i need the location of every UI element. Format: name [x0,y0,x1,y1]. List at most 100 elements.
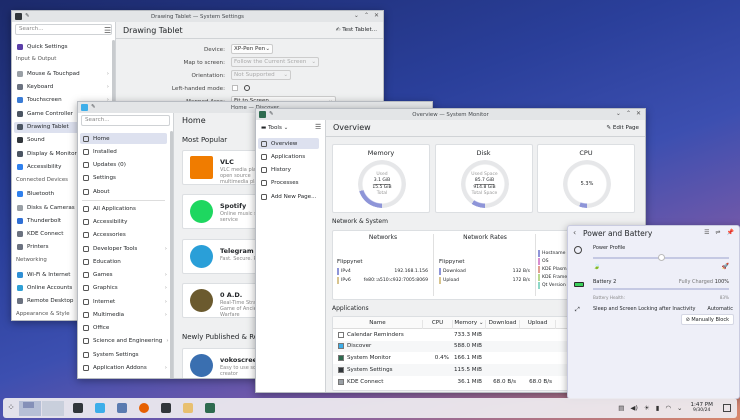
search-input[interactable]: Search... [15,24,112,35]
application-launcher-icon[interactable]: ⁘ [3,403,19,413]
sidebar-item[interactable]: Accessories [80,230,167,241]
sidebar-item[interactable]: Add New Page... [258,191,319,202]
sidebar-item[interactable]: Games › [80,270,167,281]
close-icon[interactable]: ✕ [374,12,379,19]
sidebar-item[interactable]: Applications [258,151,319,162]
chevron-up-icon[interactable]: ⌄ [677,404,682,412]
power-profile-slider[interactable] [593,254,729,261]
taskbar-app-button[interactable] [90,400,109,417]
row-label: Upload [443,278,460,283]
virtual-desktop-pager[interactable] [19,400,64,416]
column-header[interactable]: Upload [520,320,556,329]
sidebar-item[interactable]: Settings [80,173,167,184]
menu-icon[interactable]: ☰ [704,229,709,236]
slider-handle[interactable] [658,254,665,261]
form-label: Left-handed mode: [171,86,225,92]
chevron-down-icon: ⌄ [265,46,270,52]
card-title: Memory [367,149,395,157]
form-dropdown[interactable]: Not Supported ⌄ [231,70,291,80]
info-icon[interactable] [244,85,250,91]
education-icon [83,258,89,265]
minimize-icon[interactable]: ⌄ [354,12,359,19]
taskbar-app-button[interactable] [112,400,131,417]
sidebar-item[interactable]: All Applications [80,203,167,214]
form-dropdown[interactable]: XP-Pen Pen ⌄ [231,44,273,54]
sidebar-item[interactable]: Plasma Addons › [80,376,167,379]
sidebar-item[interactable]: About [80,186,167,197]
minimize-icon[interactable]: ⌄ [616,110,621,117]
left-handed-checkbox[interactable] [232,85,238,91]
show-desktop-icon[interactable] [723,404,731,412]
taskbar-app-button[interactable] [178,400,197,417]
sidebar-item[interactable]: Science and Engineering › [80,336,169,347]
sidebar-item[interactable]: Quick Settings [14,41,109,52]
sidebar-item[interactable]: Graphics › [80,283,167,294]
system-info-label: Hostname [542,251,566,256]
column-header[interactable]: Memory ⌄ [453,320,486,329]
pin-icon[interactable]: ✎ [25,13,30,20]
taskbar-app-button[interactable] [156,400,175,417]
close-icon[interactable]: ✕ [636,110,641,117]
battery-icon[interactable]: ▮ [656,404,660,412]
legend-swatch [538,250,540,257]
edit-page-button[interactable]: ✎ Edit Page [606,125,639,131]
sort-descending-icon[interactable]: ⌄ [477,320,484,326]
form-dropdown[interactable]: Follow the Current Screen ⌄ [231,57,319,67]
sidebar-item[interactable]: Multimedia › [80,309,167,320]
accessibility-icon [83,219,89,225]
sidebar-item[interactable]: Updates (0) [80,160,167,171]
column-header[interactable]: Name [333,320,423,329]
volume-icon[interactable]: ◀) [630,404,638,412]
configure-icon[interactable]: ⇌ [715,229,720,236]
wifi-icon[interactable]: ◠ [665,404,671,412]
column-header[interactable]: Download [486,320,520,329]
sidebar-item[interactable]: Mouse & Touchpad › [14,68,109,79]
sidebar-item[interactable]: Overview [258,138,319,149]
sidebar-item[interactable]: Developer Tools › [80,243,167,254]
sidebar-item[interactable]: Home [80,133,167,144]
sidebar-item[interactable]: History [258,165,319,176]
scrollbar[interactable] [170,131,173,378]
maximize-icon[interactable]: ⌃ [626,110,631,117]
back-icon[interactable]: ‹ [573,228,576,237]
pin-icon[interactable]: ✎ [269,111,274,118]
sidebar-item[interactable]: Office [80,323,167,334]
pin-icon[interactable]: ✎ [91,104,96,111]
legend-swatch [538,282,540,289]
brightness-icon[interactable]: ☀ [644,404,650,412]
maximize-icon[interactable]: ⌃ [364,12,369,19]
sidebar-item[interactable]: System Settings [80,349,167,360]
taskbar-app-button[interactable] [68,400,87,417]
sidebar-item[interactable]: Application Addons › [80,362,167,373]
clock[interactable]: 1:47 PM 9/30/24 [690,402,713,414]
sidebar-item[interactable]: Internet › [80,296,167,307]
tools-menu-button[interactable]: ▬ Tools ⌄ [261,125,288,131]
row-value: 192.168.1.156 [394,269,428,274]
sidebar-item[interactable]: Installed [80,146,167,157]
hamburger-menu-icon[interactable]: ☰ [104,26,111,35]
row-value: 172 B/s [512,278,530,283]
sidebar-item[interactable]: Processes [258,178,319,189]
network-system-heading: Network & System [332,218,388,225]
manually-block-button[interactable]: ⊘ Manually Block [680,314,734,325]
clipboard-icon[interactable]: ▤ [618,404,624,412]
window-title: Overview — System Monitor [412,111,489,118]
sidebar-item-label: Applications [271,153,306,160]
column-header[interactable]: CPU [423,320,453,329]
taskbar-app-button[interactable] [134,400,153,417]
column-title: Network Rates [463,234,507,241]
search-input[interactable]: Search... [81,115,170,126]
sidebar-item-label: Add New Page... [271,193,317,200]
sidebar-item[interactable]: Accessibility [80,217,167,228]
hamburger-menu-icon[interactable]: ☰ [315,123,321,131]
test-tablet-button[interactable]: ✍ Test Tablet... [336,27,377,33]
overview-icon [261,140,267,147]
page-title: Overview [333,123,371,132]
sidebar-item-label: Online Accounts [27,285,73,291]
sidebar-item[interactable]: Education [80,256,167,267]
taskbar-app-button[interactable] [200,400,219,417]
memory-card: Memory Used 3.1 GiB 15.5 GiB Total [332,144,430,213]
column-label: Name [369,320,386,326]
sidebar-item[interactable]: Keyboard › [14,82,109,93]
pin-icon[interactable]: 📌 [727,229,734,236]
